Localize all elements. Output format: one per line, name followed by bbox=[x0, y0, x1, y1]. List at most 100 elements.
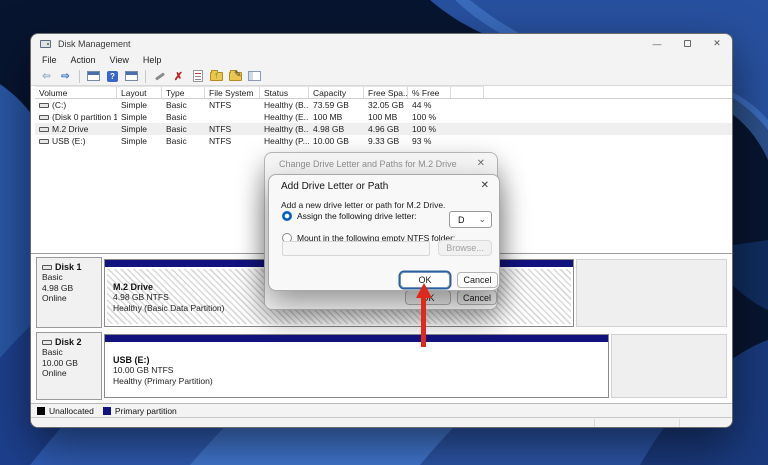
volume-row-c[interactable]: (C:) Simple Basic NTFS Healthy (B... 73.… bbox=[35, 99, 732, 111]
volume-type: Basic bbox=[166, 124, 187, 134]
disk1-kind: Basic bbox=[42, 272, 63, 282]
volume-capacity: 4.98 GB bbox=[313, 124, 345, 134]
partition-info: 10.00 GB NTFS bbox=[113, 365, 174, 375]
column-header-freespace[interactable]: Free Spa... bbox=[364, 86, 408, 98]
dialog-title: Add Drive Letter or Path bbox=[281, 181, 389, 192]
legend-primary-partition: Primary partition bbox=[102, 406, 177, 416]
volume-capacity: 10.00 GB bbox=[313, 136, 349, 146]
partition-label: M.2 Drive bbox=[113, 282, 154, 292]
volume-name: M.2 Drive bbox=[52, 124, 89, 134]
desktop: Disk Management — ✕ File Action View Hel… bbox=[0, 0, 768, 465]
close-icon[interactable]: ✕ bbox=[481, 180, 489, 191]
column-header-layout[interactable]: Layout bbox=[117, 86, 162, 98]
volume-row-m2-drive[interactable]: M.2 Drive Simple Basic NTFS Healthy (B..… bbox=[35, 123, 732, 135]
toolbar: ⇦ ⇨ ? ✗ bbox=[31, 67, 732, 86]
menu-action[interactable]: Action bbox=[64, 55, 103, 65]
delete-icon[interactable]: ✗ bbox=[171, 69, 186, 83]
volume-layout: Simple bbox=[121, 100, 147, 110]
disk2-label-panel[interactable]: Disk 2 Basic 10.00 GB Online bbox=[36, 332, 102, 400]
chevron-down-icon: ⌄ bbox=[478, 214, 486, 224]
volume-icon bbox=[39, 138, 49, 144]
column-header-status[interactable]: Status bbox=[260, 86, 309, 98]
volume-percentfree: 100 % bbox=[412, 112, 437, 122]
status-bar bbox=[31, 417, 732, 427]
browse-button[interactable]: Browse... bbox=[438, 240, 492, 256]
close-icon[interactable]: ✕ bbox=[477, 158, 485, 169]
volume-status: Healthy (B... bbox=[264, 100, 309, 110]
radio-selected-icon[interactable] bbox=[282, 211, 292, 221]
help-icon[interactable]: ? bbox=[105, 69, 120, 83]
disk1-status: Online bbox=[42, 293, 67, 303]
volume-row-disk0-partition1[interactable]: (Disk 0 partition 1) Simple Basic Health… bbox=[35, 111, 732, 123]
maximize-button[interactable] bbox=[672, 34, 702, 53]
arrow-shaft bbox=[421, 296, 426, 347]
action-tool-icon[interactable] bbox=[152, 69, 167, 83]
volume-layout: Simple bbox=[121, 112, 147, 122]
disk-management-app-icon bbox=[40, 39, 51, 48]
minimize-button[interactable]: — bbox=[642, 34, 672, 53]
close-button[interactable]: ✕ bbox=[702, 34, 732, 53]
disk2-partition-usb[interactable]: USB (E:) 10.00 GB NTFS Healthy (Primary … bbox=[104, 334, 609, 398]
mount-path-input[interactable] bbox=[282, 241, 430, 256]
volume-percentfree: 44 % bbox=[412, 100, 432, 110]
column-header-filesystem[interactable]: File System bbox=[205, 86, 260, 98]
volume-status: Healthy (P... bbox=[264, 136, 309, 146]
volume-name: USB (E:) bbox=[52, 136, 86, 146]
disk2-empty-area bbox=[611, 334, 727, 398]
volume-freespace: 4.96 GB bbox=[368, 124, 400, 134]
disk1-label-panel[interactable]: Disk 1 Basic 4.98 GB Online bbox=[36, 257, 102, 328]
primary-partition-color-swatch bbox=[102, 406, 111, 415]
disk1-empty-area bbox=[576, 259, 727, 327]
menu-file[interactable]: File bbox=[35, 55, 64, 65]
volume-filesystem: NTFS bbox=[209, 124, 232, 134]
statusbar-separator bbox=[594, 419, 595, 427]
volume-status: Healthy (E... bbox=[264, 112, 309, 122]
disk2-name: Disk 2 bbox=[55, 337, 82, 347]
assign-drive-letter-option[interactable]: Assign the following drive letter: bbox=[282, 211, 417, 221]
volume-name: (C:) bbox=[52, 100, 67, 110]
folder-edit-icon[interactable] bbox=[228, 69, 243, 83]
change-dialog-cancel-button[interactable]: Cancel bbox=[457, 290, 497, 305]
volume-filesystem: NTFS bbox=[209, 136, 232, 146]
volume-icon bbox=[39, 126, 49, 132]
assign-drive-letter-label: Assign the following drive letter: bbox=[297, 211, 417, 221]
properties-check-icon[interactable] bbox=[190, 69, 205, 83]
column-header-capacity[interactable]: Capacity bbox=[309, 86, 364, 98]
partition-health: Healthy (Basic Data Partition) bbox=[113, 303, 225, 313]
volume-status: Healthy (B... bbox=[264, 124, 309, 134]
folder-up-icon[interactable] bbox=[209, 69, 224, 83]
partition-legend: Unallocated Primary partition bbox=[31, 403, 732, 417]
column-header-percentfree[interactable]: % Free bbox=[408, 86, 451, 98]
column-header-volume[interactable]: Volume bbox=[35, 86, 117, 98]
volume-layout: Simple bbox=[121, 136, 147, 146]
column-header-type[interactable]: Type bbox=[162, 86, 205, 98]
title-bar[interactable]: Disk Management — ✕ bbox=[31, 34, 732, 53]
legend-label: Unallocated bbox=[49, 405, 94, 416]
volume-freespace: 9.33 GB bbox=[368, 136, 400, 146]
console-panel-icon[interactable] bbox=[247, 69, 262, 83]
add-drive-letter-dialog: Add Drive Letter or Path ✕ Add a new dri… bbox=[268, 174, 500, 291]
volume-capacity: 100 MB bbox=[313, 112, 343, 122]
statusbar-separator bbox=[679, 419, 680, 427]
volume-freespace: 32.05 GB bbox=[368, 100, 404, 110]
details-window-icon[interactable] bbox=[124, 69, 139, 83]
console-window-icon[interactable] bbox=[86, 69, 101, 83]
window-controls: — ✕ bbox=[642, 34, 732, 53]
volume-type: Basic bbox=[166, 136, 187, 146]
partition-color-band bbox=[105, 335, 608, 342]
volume-row-usb-e[interactable]: USB (E:) Simple Basic NTFS Healthy (P...… bbox=[35, 135, 732, 147]
legend-unallocated: Unallocated bbox=[37, 406, 94, 416]
toolbar-separator bbox=[79, 69, 80, 83]
drive-letter-dropdown[interactable]: D ⌄ bbox=[449, 211, 492, 228]
disk1-name: Disk 1 bbox=[55, 262, 82, 272]
back-icon[interactable]: ⇦ bbox=[39, 69, 54, 83]
forward-icon[interactable]: ⇨ bbox=[58, 69, 73, 83]
menu-view[interactable]: View bbox=[103, 55, 136, 65]
menu-help[interactable]: Help bbox=[136, 55, 169, 65]
volume-icon bbox=[39, 102, 49, 108]
disk2-size: 10.00 GB bbox=[42, 357, 78, 368]
cancel-button[interactable]: Cancel bbox=[457, 272, 498, 288]
disk1-size: 4.98 GB bbox=[42, 282, 74, 293]
disk2-kind: Basic bbox=[42, 347, 63, 357]
toolbar-separator bbox=[145, 69, 146, 83]
